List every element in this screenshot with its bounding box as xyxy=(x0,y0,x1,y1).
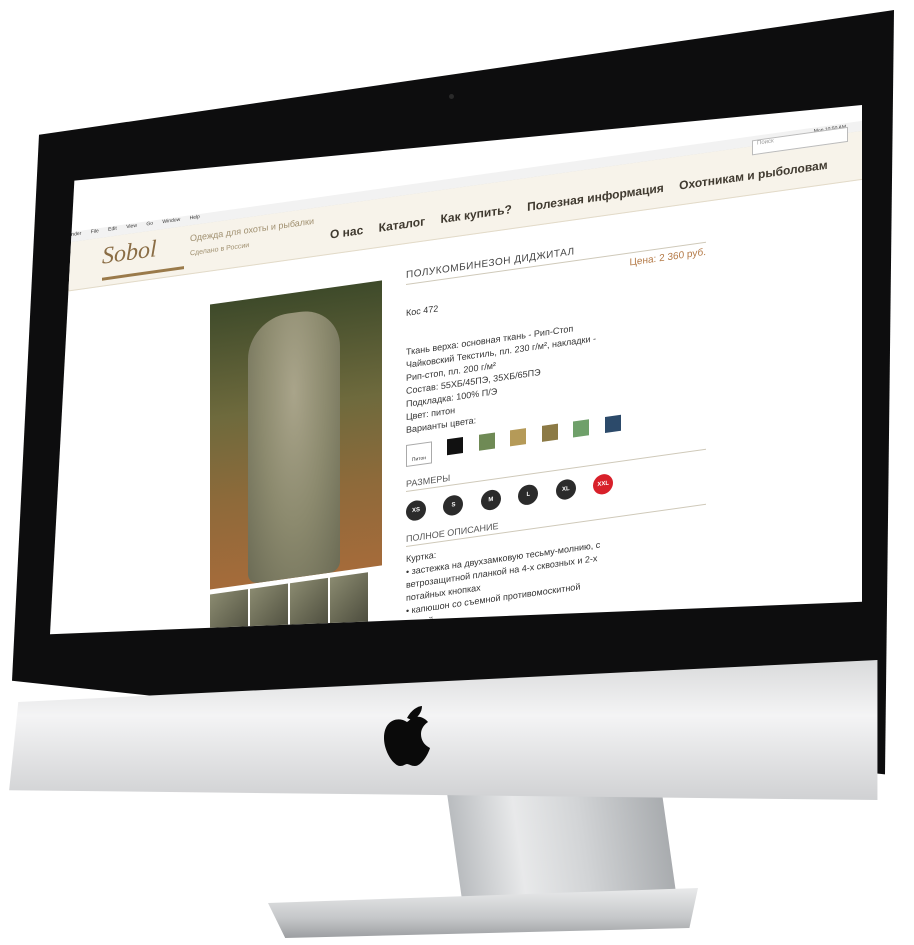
swatch[interactable] xyxy=(604,414,621,434)
nav-how-to-buy[interactable]: Как купить? xyxy=(440,202,511,226)
swatch-python[interactable]: Питон xyxy=(406,441,432,467)
swatch[interactable] xyxy=(541,423,558,442)
screen:  Finder File Edit View Go Window Help M… xyxy=(50,105,862,635)
imac-stand-foot xyxy=(268,888,698,938)
product-info: ПОЛУКОМБИНЕЗОН ДИДЖИТАЛ Цена: 2 360 руб.… xyxy=(406,227,706,631)
size-xxl[interactable]: XXL xyxy=(593,472,614,496)
swatch[interactable] xyxy=(478,432,495,451)
camera-icon xyxy=(449,94,454,99)
hunter-figure xyxy=(248,306,340,585)
menu-item-file[interactable]: File xyxy=(91,228,99,235)
swatch[interactable] xyxy=(510,428,527,447)
size-s[interactable]: S xyxy=(443,493,464,517)
menu-item-go[interactable]: Go xyxy=(146,221,153,228)
menu-item-view[interactable]: View xyxy=(126,223,137,231)
website:  Finder File Edit View Go Window Help M… xyxy=(50,105,862,635)
nav-about[interactable]: О нас xyxy=(330,223,363,242)
swatch[interactable] xyxy=(573,419,590,438)
size-m[interactable]: M xyxy=(480,488,501,512)
swatch[interactable] xyxy=(447,436,464,456)
menu-item-window[interactable]: Window xyxy=(162,217,180,226)
product-photo[interactable] xyxy=(210,280,382,590)
main-nav: О нас Каталог Как купить? Полезная инфор… xyxy=(330,156,840,242)
apple-logo-icon xyxy=(384,706,430,766)
nav-hunters-fishers[interactable]: Охотникам и рыболовам xyxy=(679,158,827,193)
size-xl[interactable]: XL xyxy=(555,478,576,501)
size-l[interactable]: L xyxy=(518,483,539,507)
menu-item-edit[interactable]: Edit xyxy=(108,226,117,233)
site-tagline: Одежда для охоты и рыбалки Сделано в Рос… xyxy=(190,216,314,259)
nav-catalog[interactable]: Каталог xyxy=(379,214,426,235)
size-xs[interactable]: XS xyxy=(406,499,426,522)
menu-item-help[interactable]: Help xyxy=(190,214,200,221)
nav-useful-info[interactable]: Полезная информация xyxy=(527,181,664,214)
